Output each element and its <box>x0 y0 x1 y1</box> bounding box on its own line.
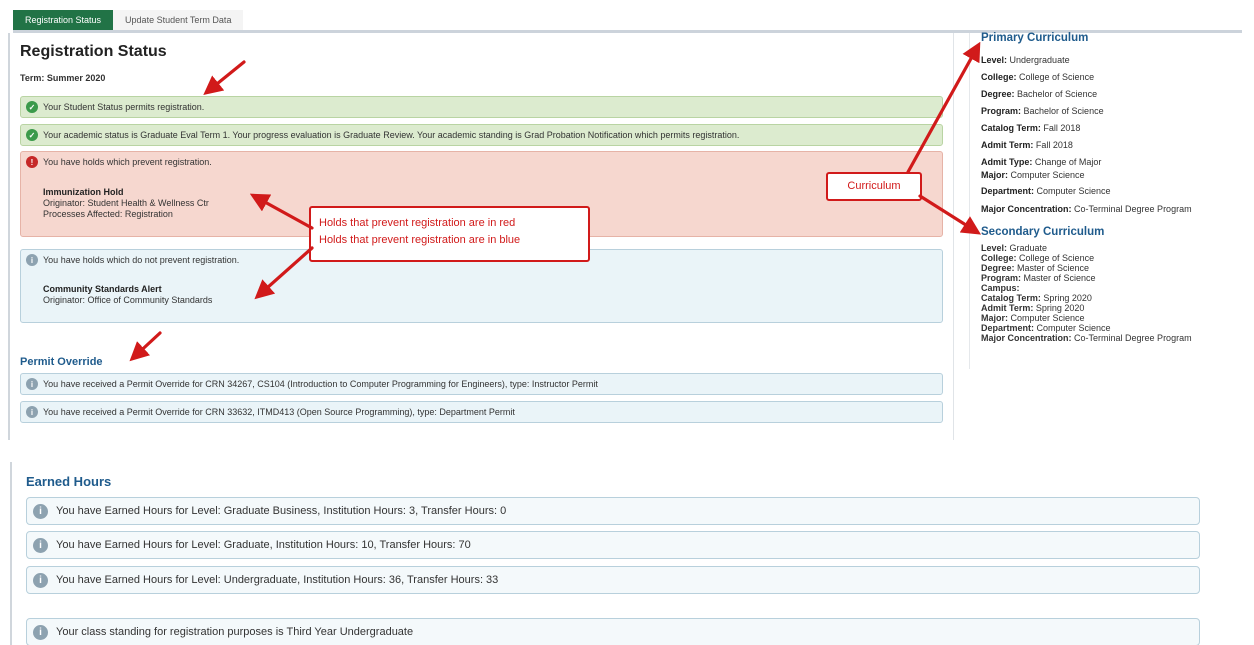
secondary-field: Major Concentration: Co-Terminal Degree … <box>981 333 1192 343</box>
tab-registration-status[interactable]: Registration Status <box>13 10 114 31</box>
info-circle-icon: i <box>33 624 48 640</box>
secondary-field: Major: Computer Science <box>981 313 1085 323</box>
check-circle-icon: ✓ <box>26 129 38 141</box>
secondary-field: Admit Term: Spring 2020 <box>981 303 1085 313</box>
primary-field: Major: Computer Science <box>981 170 1085 180</box>
holds-callout-line: Holds that prevent registration are in b… <box>319 234 521 246</box>
secondary-field: Campus: <box>981 283 1020 293</box>
hold-title: Immunization Hold <box>43 187 124 197</box>
page-title: Registration Status <box>20 43 167 60</box>
hold-originator: Originator: Office of Community Standard… <box>43 295 213 305</box>
info-circle-icon: i <box>26 254 38 266</box>
earned-hours-text: You have Earned Hours for Level: Graduat… <box>56 505 507 517</box>
error-circle-icon: ! <box>26 156 38 168</box>
primary-field: Department: Computer Science <box>981 186 1111 196</box>
nonprevent-holds-message: You have holds which do not prevent regi… <box>43 255 240 265</box>
info-circle-icon: i <box>33 537 48 553</box>
earned-hours-item: i You have Earned Hours for Level: Gradu… <box>26 531 1200 559</box>
holds-callout: Holds that prevent registration are in r… <box>309 206 590 262</box>
secondary-curriculum-title: Secondary Curriculum <box>981 226 1105 238</box>
tab-bar: Registration Status Update Student Term … <box>13 9 244 31</box>
primary-field: Admit Term: Fall 2018 <box>981 140 1073 150</box>
tab-update-student-term-data[interactable]: Update Student Term Data <box>113 10 244 31</box>
class-standing-banner: i Your class standing for registration p… <box>26 618 1200 645</box>
earned-hours-item: i You have Earned Hours for Level: Gradu… <box>26 497 1200 525</box>
permit-override-item: i You have received a Permit Override fo… <box>20 373 943 395</box>
academic-status-banner: ✓ Your academic status is Graduate Eval … <box>20 124 943 146</box>
secondary-field: Level: Graduate <box>981 243 1048 253</box>
permit-override-text: You have received a Permit Override for … <box>43 379 598 389</box>
primary-field: Major Concentration: Co-Terminal Degree … <box>981 204 1192 214</box>
hold-title: Community Standards Alert <box>43 284 162 294</box>
prevent-holds-message: You have holds which prevent registratio… <box>43 157 212 167</box>
primary-field: Admit Type: Change of Major <box>981 157 1102 167</box>
permit-override-title: Permit Override <box>20 356 103 368</box>
student-status-text: Your Student Status permits registration… <box>43 102 205 112</box>
term-label: Term: Summer 2020 <box>20 73 106 83</box>
check-circle-icon: ✓ <box>26 101 38 113</box>
permit-override-text: You have received a Permit Override for … <box>43 407 515 417</box>
earned-hours-text: You have Earned Hours for Level: Graduat… <box>56 539 471 551</box>
secondary-field: Catalog Term: Spring 2020 <box>981 293 1092 303</box>
primary-field: Level: Undergraduate <box>981 55 1070 65</box>
permit-override-item: i You have received a Permit Override fo… <box>20 401 943 423</box>
earned-hours-item: i You have Earned Hours for Level: Under… <box>26 566 1200 594</box>
secondary-field: Department: Computer Science <box>981 323 1111 333</box>
class-standing-text: Your class standing for registration pur… <box>56 626 414 638</box>
curriculum-callout: Curriculum <box>826 172 922 201</box>
info-circle-icon: i <box>26 378 38 390</box>
info-circle-icon: i <box>26 406 38 418</box>
secondary-field: College: College of Science <box>981 253 1095 263</box>
primary-field: College: College of Science <box>981 72 1095 82</box>
info-circle-icon: i <box>33 572 48 588</box>
primary-curriculum-title: Primary Curriculum <box>981 32 1089 44</box>
academic-status-text: Your academic status is Graduate Eval Te… <box>43 130 740 140</box>
earned-hours-text: You have Earned Hours for Level: Undergr… <box>56 574 499 586</box>
primary-field: Catalog Term: Fall 2018 <box>981 123 1081 133</box>
earned-hours-title: Earned Hours <box>26 474 112 489</box>
primary-field: Program: Bachelor of Science <box>981 106 1104 116</box>
student-status-banner: ✓ Your Student Status permits registrati… <box>20 96 943 118</box>
secondary-field: Program: Master of Science <box>981 273 1096 283</box>
primary-field: Degree: Bachelor of Science <box>981 89 1098 99</box>
info-circle-icon: i <box>33 503 48 519</box>
secondary-field: Degree: Master of Science <box>981 263 1090 273</box>
holds-callout-line: Holds that prevent registration are in r… <box>319 217 516 229</box>
